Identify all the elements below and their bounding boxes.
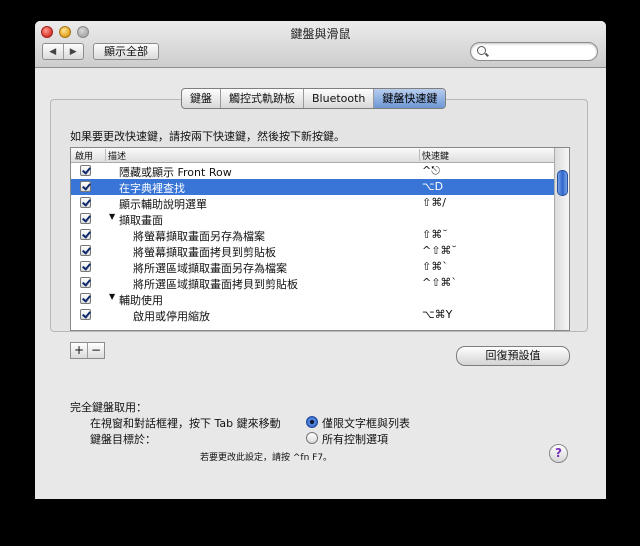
table-row[interactable]: 將所選區域擷取畫面另存為檔案 ⇧⌘` [71, 259, 557, 275]
enable-checkbox[interactable] [80, 213, 91, 224]
preferences-window: 鍵盤與滑鼠 ◀ ▶ 顯示全部 鍵盤 觸控式軌跡板 Bluetooth 鍵盤快速鍵… [35, 21, 606, 499]
table-row[interactable]: 將所選區域擷取畫面拷貝到剪貼板 ^⇧⌘` [71, 275, 557, 291]
enable-checkbox[interactable] [80, 245, 91, 256]
enable-checkbox[interactable] [80, 261, 91, 272]
row-description: 在字典裡查找 [119, 182, 185, 195]
table-row[interactable]: 將螢幕擷取畫面另存為檔案 ⇧⌘˘ [71, 227, 557, 243]
tab-trackpad[interactable]: 觸控式軌跡板 [221, 89, 304, 108]
row-description: 啟用或停用縮放 [133, 310, 210, 323]
forward-arrow-icon[interactable]: ▶ [64, 44, 84, 59]
group-label: 輔助使用 [119, 294, 163, 307]
search-icon [477, 46, 486, 55]
help-button[interactable]: ? [549, 444, 568, 463]
table-group-row[interactable]: ▼ 擷取畫面 [71, 211, 557, 227]
shortcut-hint: 若要更改此設定，請按 ^fn F7。 [200, 453, 333, 463]
enable-checkbox[interactable] [80, 197, 91, 208]
row-description: 將螢幕擷取畫面另存為檔案 [133, 230, 265, 243]
disclosure-triangle-icon[interactable]: ▼ [109, 212, 115, 221]
add-shortcut-button[interactable]: + [71, 343, 88, 358]
tab-keyboard[interactable]: 鍵盤 [182, 89, 221, 108]
row-shortcut[interactable]: ⌥D [422, 180, 443, 193]
shortcuts-table: 啟用 描述 快速鍵 隱藏或顯示 Front Row ^⎋ 在字典裡查找 ⌥D 顯… [70, 147, 570, 331]
radio-all-controls[interactable] [306, 432, 318, 444]
title-bar: 鍵盤與滑鼠 ◀ ▶ 顯示全部 [35, 21, 606, 68]
radio-text-boxes-lists[interactable] [306, 416, 318, 428]
row-shortcut[interactable]: ^⇧⌘` [422, 276, 457, 289]
full-keyboard-access-label-2: 鍵盤目標於： [90, 433, 156, 446]
enable-checkbox[interactable] [80, 181, 91, 192]
instruction-text: 如果要更改快速鍵，請按兩下快速鍵，然後按下新按鍵。 [70, 130, 345, 143]
show-all-button[interactable]: 顯示全部 [93, 43, 159, 60]
row-description: 將所選區域擷取畫面拷貝到剪貼板 [133, 278, 298, 291]
row-description: 隱藏或顯示 Front Row [119, 166, 232, 179]
vertical-scrollbar[interactable] [554, 148, 569, 330]
row-description: 將所選區域擷取畫面另存為檔案 [133, 262, 287, 275]
remove-shortcut-button[interactable]: − [88, 343, 104, 358]
enable-checkbox[interactable] [80, 277, 91, 288]
row-shortcut[interactable]: ^⇧⌘˘ [422, 244, 457, 257]
nav-back-forward[interactable]: ◀ ▶ [42, 43, 84, 60]
row-shortcut[interactable]: ⇧⌘` [422, 260, 448, 273]
table-row[interactable]: 顯示輔助說明選單 ⇧⌘/ [71, 195, 557, 211]
enable-checkbox[interactable] [80, 165, 91, 176]
tab-keyboard-shortcuts[interactable]: 鍵盤快速鍵 [374, 89, 446, 108]
row-shortcut[interactable]: ⇧⌘/ [422, 196, 446, 209]
restore-defaults-button[interactable]: 回復預設值 [456, 346, 570, 366]
table-rows: 隱藏或顯示 Front Row ^⎋ 在字典裡查找 ⌥D 顯示輔助說明選單 ⇧⌘… [71, 163, 557, 323]
tab-bar: 鍵盤 觸控式軌跡板 Bluetooth 鍵盤快速鍵 [181, 88, 447, 109]
column-header-enable[interactable]: 啟用 [75, 149, 93, 162]
table-row-selected[interactable]: 在字典裡查找 ⌥D [71, 179, 557, 195]
group-label: 擷取畫面 [119, 214, 163, 227]
column-header-description[interactable]: 描述 [105, 149, 126, 162]
row-shortcut[interactable]: ⇧⌘˘ [422, 228, 448, 241]
column-header-shortcut[interactable]: 快速鍵 [419, 149, 449, 162]
full-keyboard-access-label: 在視窗和對話框裡，按下 Tab 鍵來移動 [90, 417, 281, 430]
enable-checkbox[interactable] [80, 229, 91, 240]
enable-checkbox[interactable] [80, 309, 91, 320]
disclosure-triangle-icon[interactable]: ▼ [109, 292, 115, 301]
row-shortcut[interactable]: ⌥⌘Y [422, 308, 452, 321]
row-description: 顯示輔助說明選單 [119, 198, 207, 211]
back-arrow-icon[interactable]: ◀ [43, 44, 64, 59]
row-description: 將螢幕擷取畫面拷貝到剪貼板 [133, 246, 276, 259]
table-row[interactable]: 將螢幕擷取畫面拷貝到剪貼板 ^⇧⌘˘ [71, 243, 557, 259]
table-row[interactable]: 啟用或停用縮放 ⌥⌘Y [71, 307, 557, 323]
enable-checkbox[interactable] [80, 293, 91, 304]
add-remove-buttons: + − [70, 342, 105, 359]
table-header: 啟用 描述 快速鍵 [71, 148, 557, 163]
table-row[interactable]: 隱藏或顯示 Front Row ^⎋ [71, 163, 557, 179]
radio-label-text-boxes-lists[interactable]: 僅限文字框與列表 [322, 415, 410, 431]
row-shortcut[interactable]: ^⎋ [422, 164, 440, 178]
full-keyboard-access-title: 完全鍵盤取用： [70, 401, 147, 414]
scrollbar-thumb[interactable] [557, 170, 568, 196]
tab-bluetooth[interactable]: Bluetooth [304, 89, 375, 108]
window-title: 鍵盤與滑鼠 [290, 27, 351, 41]
table-group-row[interactable]: ▼ 輔助使用 [71, 291, 557, 307]
search-input[interactable] [470, 42, 598, 61]
radio-label-all-controls[interactable]: 所有控制選項 [322, 431, 388, 447]
